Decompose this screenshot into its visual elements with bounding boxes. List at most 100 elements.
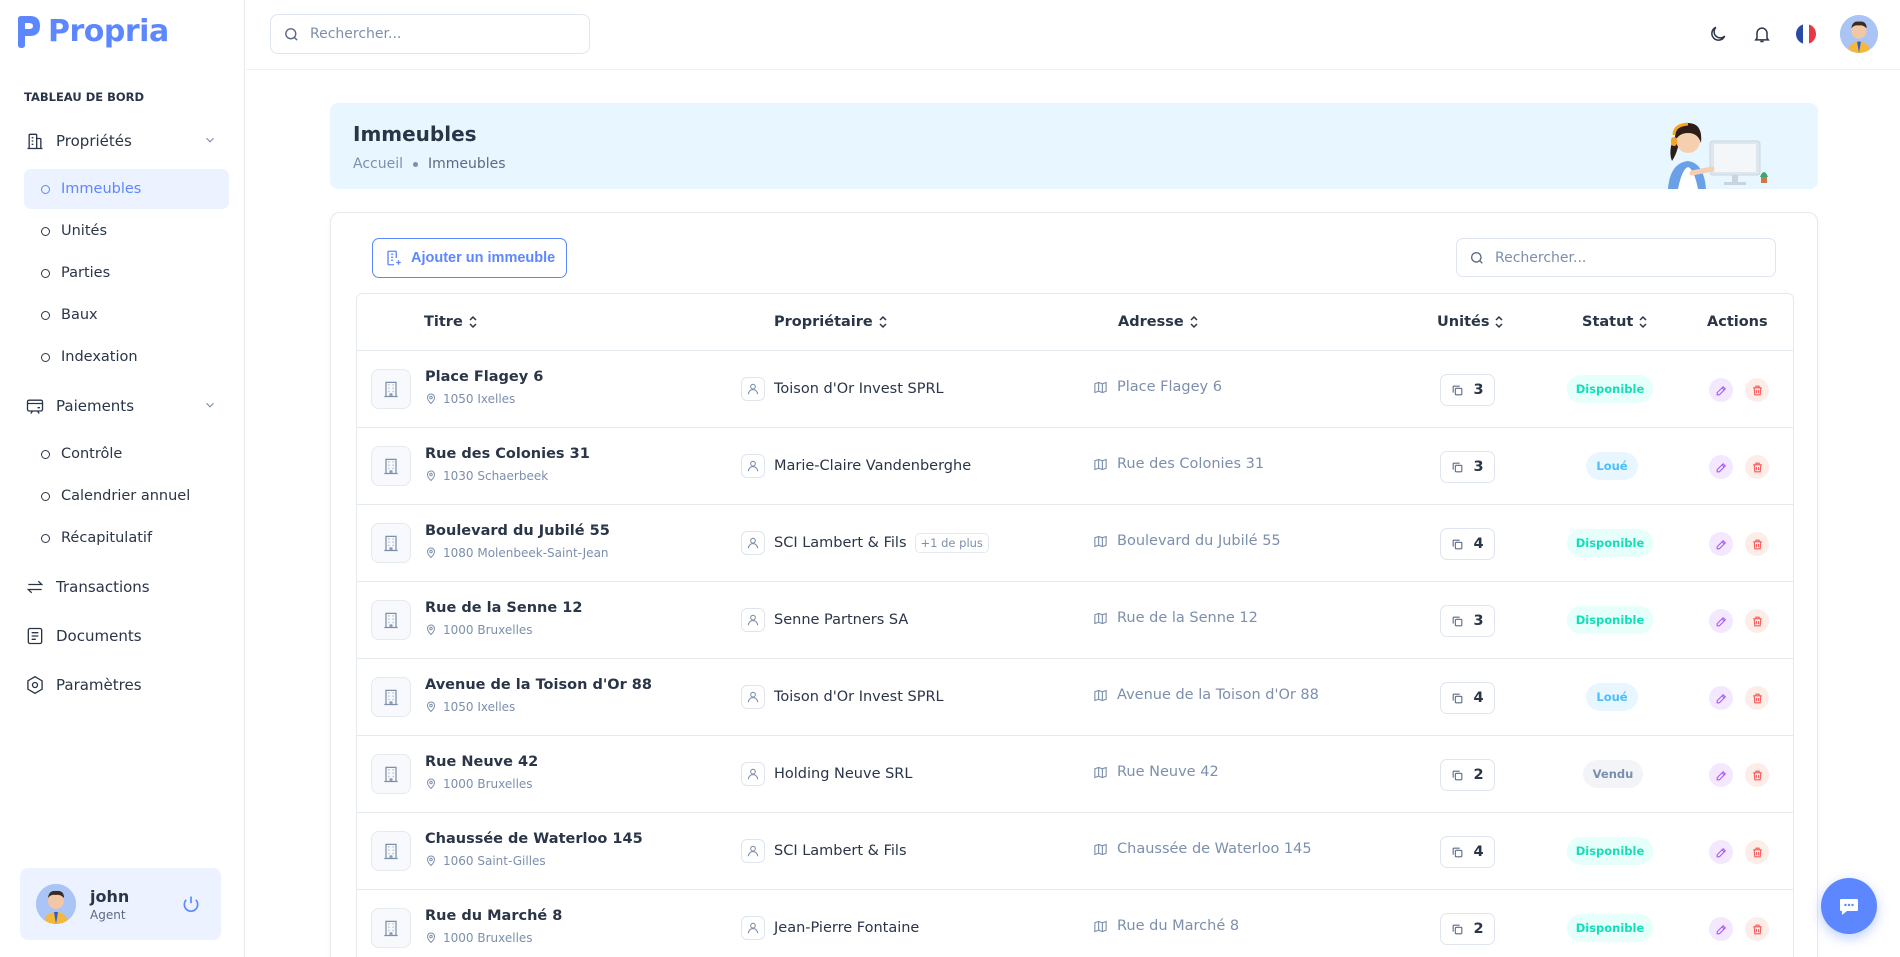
edit-button[interactable] — [1709, 378, 1733, 402]
chat-button[interactable] — [1821, 878, 1877, 934]
edit-button[interactable] — [1709, 917, 1733, 941]
status-badge: Disponible — [1567, 914, 1653, 942]
units-badge[interactable]: 2 — [1440, 759, 1495, 791]
edit-button[interactable] — [1709, 609, 1733, 633]
edit-button[interactable] — [1709, 763, 1733, 787]
sidebar-item-baux[interactable]: Baux — [24, 295, 229, 335]
breadcrumb-home[interactable]: Accueil — [353, 156, 403, 172]
table-row[interactable]: Rue de la Senne 12 1000 Bruxelles Senne Pa… — [357, 582, 1793, 659]
table-row[interactable]: Rue des Colonies 31 1030 Schaerbeek Marie-… — [357, 428, 1793, 505]
owner-name: Holding Neuve SRL — [774, 766, 913, 782]
brand-logo[interactable]: Propria — [16, 14, 169, 49]
sidebar-item-documents[interactable]: Documents — [24, 618, 229, 654]
edit-button[interactable] — [1709, 532, 1733, 556]
search-icon — [1471, 251, 1483, 264]
power-icon[interactable] — [181, 894, 201, 914]
location-pin-icon — [425, 778, 437, 790]
more-owners-badge[interactable]: +1 de plus — [914, 533, 989, 553]
sidebar: Propria TABLEAU DE BORD Propriétés Immeu… — [0, 0, 245, 957]
sidebar-item-indexation[interactable]: Indexation — [24, 337, 229, 377]
units-badge[interactable]: 4 — [1440, 528, 1495, 560]
column-label: Propriétaire — [774, 314, 873, 330]
copy-icon — [1451, 846, 1464, 859]
table-row[interactable]: Boulevard du Jubilé 55 1080 Molenbeek-Sai… — [357, 505, 1793, 582]
add-building-label: Ajouter un immeuble — [411, 250, 556, 266]
edit-button[interactable] — [1709, 840, 1733, 864]
column-header-address[interactable]: Adresse — [1118, 314, 1199, 330]
global-search-input[interactable] — [310, 26, 570, 42]
building-title[interactable]: Boulevard du Jubilé 55 — [425, 523, 610, 539]
delete-button[interactable] — [1745, 763, 1769, 787]
building-title[interactable]: Place Flagey 6 — [425, 369, 543, 385]
bell-icon[interactable] — [1750, 22, 1774, 46]
building-city-text: 1060 Saint-Gilles — [443, 854, 546, 868]
table-row[interactable]: Chaussée de Waterloo 145 1060 Saint-Gille… — [357, 813, 1793, 890]
column-label: Adresse — [1118, 314, 1184, 330]
delete-button[interactable] — [1745, 378, 1769, 402]
delete-button[interactable] — [1745, 455, 1769, 479]
building-title[interactable]: Rue Neuve 42 — [425, 754, 538, 770]
sidebar-item-controle[interactable]: Contrôle — [24, 434, 229, 474]
owner-cell: Jean-Pierre Fontaine — [741, 916, 919, 940]
language-flag-icon[interactable] — [1794, 22, 1818, 46]
column-label: Statut — [1582, 314, 1634, 330]
building-title[interactable]: Chaussée de Waterloo 145 — [425, 831, 643, 847]
building-title[interactable]: Rue du Marché 8 — [425, 908, 562, 924]
global-search[interactable] — [270, 14, 590, 54]
units-badge[interactable]: 3 — [1440, 374, 1495, 406]
table-row[interactable]: Rue Neuve 42 1000 Bruxelles Holding Neuve … — [357, 736, 1793, 813]
edit-button[interactable] — [1709, 455, 1733, 479]
table-row[interactable]: Avenue de la Toison d'Or 88 1050 Ixelles T… — [357, 659, 1793, 736]
edit-button[interactable] — [1709, 686, 1733, 710]
units-badge[interactable]: 4 — [1440, 836, 1495, 868]
add-building-button[interactable]: Ajouter un immeuble — [372, 238, 568, 278]
owner-cell: Marie-Claire Vandenberghe — [741, 454, 971, 478]
delete-button[interactable] — [1745, 609, 1769, 633]
delete-button[interactable] — [1745, 686, 1769, 710]
table-row[interactable]: Place Flagey 6 1050 Ixelles Toison d'Or In… — [357, 351, 1793, 428]
dark-mode-icon[interactable] — [1706, 22, 1730, 46]
user-card: john Agent — [20, 868, 221, 940]
sidebar-item-immeubles[interactable]: Immeubles — [24, 169, 229, 209]
column-header-owner[interactable]: Propriétaire — [774, 314, 888, 330]
sidebar-item-recapitulatif[interactable]: Récapitulatif — [24, 518, 229, 558]
sidebar-item-label: Transactions — [56, 578, 150, 596]
delete-button[interactable] — [1745, 917, 1769, 941]
settings-icon — [24, 674, 46, 696]
building-title[interactable]: Rue de la Senne 12 — [425, 600, 582, 616]
building-title[interactable]: Avenue de la Toison d'Or 88 — [425, 677, 652, 693]
table-row[interactable]: Rue du Marché 8 1000 Bruxelles Jean-Pierre… — [357, 890, 1793, 957]
table-search[interactable] — [1456, 238, 1776, 277]
table-search-input[interactable] — [1495, 249, 1755, 266]
sort-icon — [1638, 315, 1648, 329]
sidebar-group-paiements[interactable]: Paiements — [24, 388, 229, 424]
delete-button[interactable] — [1745, 532, 1769, 556]
sidebar-item-parties[interactable]: Parties — [24, 253, 229, 293]
owner-name: Jean-Pierre Fontaine — [774, 920, 920, 936]
sidebar-item-parametres[interactable]: Paramètres — [24, 667, 229, 703]
column-header-status[interactable]: Statut — [1582, 314, 1648, 330]
units-badge[interactable]: 3 — [1440, 451, 1495, 483]
delete-button[interactable] — [1745, 840, 1769, 864]
sidebar-group-proprietes[interactable]: Propriétés — [24, 123, 229, 159]
building-city: 1060 Saint-Gilles — [425, 854, 546, 868]
units-badge[interactable]: 3 — [1440, 605, 1495, 637]
sidebar-item-transactions[interactable]: Transactions — [24, 569, 229, 605]
units-badge[interactable]: 4 — [1440, 682, 1495, 714]
sidebar-item-unites[interactable]: Unités — [24, 211, 229, 251]
column-header-units[interactable]: Unités — [1437, 314, 1504, 330]
column-label: Actions — [1707, 314, 1768, 330]
units-badge[interactable]: 2 — [1440, 913, 1495, 945]
sidebar-item-calendrier[interactable]: Calendrier annuel — [24, 476, 229, 516]
avatar[interactable] — [1840, 15, 1878, 53]
column-header-title[interactable]: Titre — [424, 314, 478, 330]
user-name: john — [90, 886, 130, 906]
building-icon — [371, 446, 411, 486]
building-title[interactable]: Rue des Colonies 31 — [425, 446, 590, 462]
person-icon — [741, 685, 765, 709]
column-label: Unités — [1437, 314, 1490, 330]
pencil-icon — [1715, 846, 1728, 859]
trash-icon — [1751, 461, 1764, 474]
location-pin-icon — [425, 932, 437, 944]
pencil-icon — [1715, 384, 1728, 397]
